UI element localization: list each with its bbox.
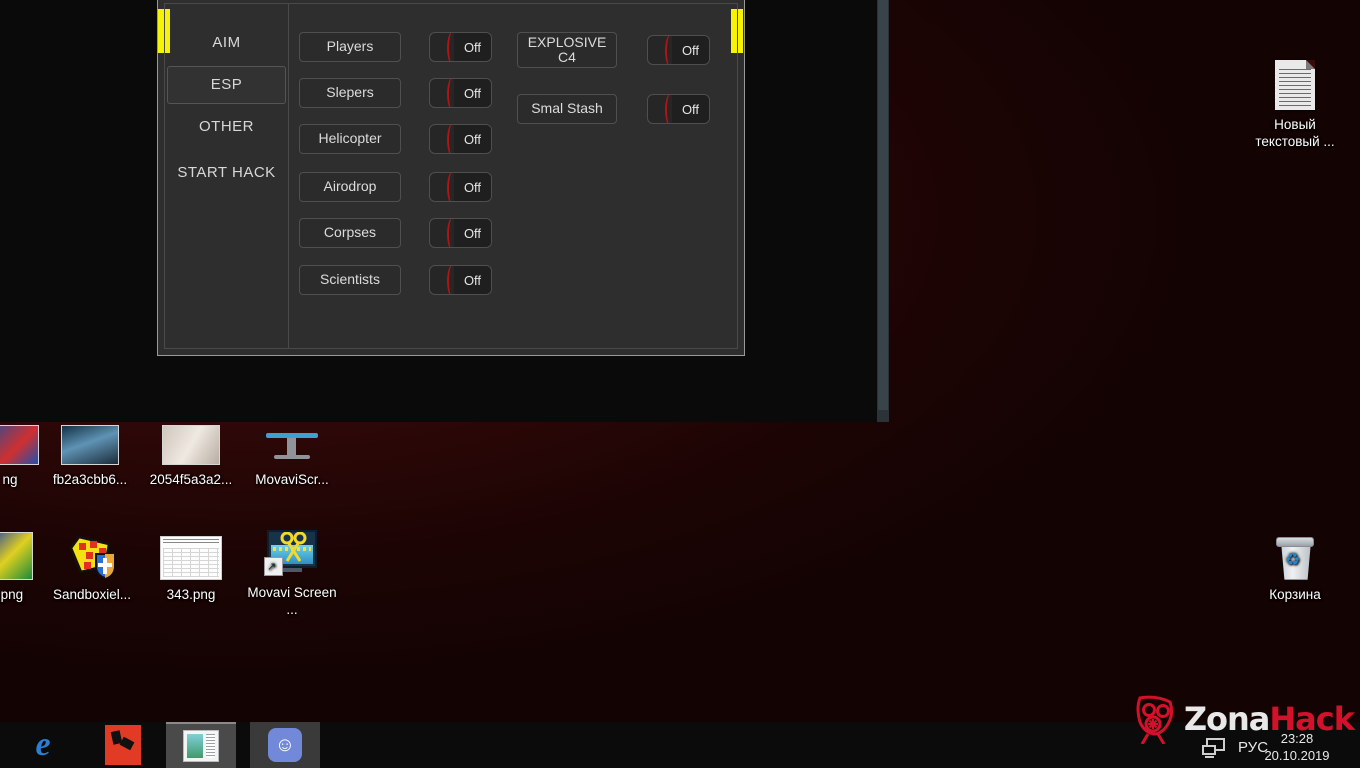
photos-icon [183,730,219,762]
edge-icon: e [35,726,51,763]
esp-toggle-airodrop[interactable]: Off [429,172,492,202]
cheat-panel-window: AIM ESP OTHER START HACK Players Off Sle… [157,0,745,356]
esp-toggle-scientists[interactable]: Off [429,265,492,295]
esp-toggle-smal-stash[interactable]: Off [647,94,710,124]
spreadsheet-thumbnail-icon [143,530,239,580]
desktop-icon-label: MovaviScr... [255,472,329,487]
cheat-panel-content: Players Off Slepers Off Helicopter Off A… [289,4,737,348]
recycle-bin-icon: ♻ [1247,530,1343,580]
esp-row-scientists: Scientists Off [299,265,492,295]
esp-button-corpses[interactable]: Corpses [299,218,401,248]
esp-row-airodrop: Airodrop Off [299,172,492,202]
desktop-icon-movavi-screen-recorder[interactable]: ↗ Movavi Screen ... [244,528,340,618]
toggle-state-label: Off [454,79,491,107]
sandboxie-icon [44,530,140,580]
toggle-state-label: Off [454,33,491,61]
esp-button-airodrop[interactable]: Airodrop [299,172,401,202]
red-app-icon [105,725,141,765]
taskbar-item-photos[interactable] [166,722,236,768]
viewer-scrollbar[interactable] [877,0,889,422]
esp-toggle-helicopter[interactable]: Off [429,124,492,154]
esp-button-scientists[interactable]: Scientists [299,265,401,295]
desktop-icon-343png[interactable]: 343.png [143,530,239,603]
tab-esp[interactable]: ESP [167,66,286,104]
discord-icon: ☺ [268,728,302,762]
toggle-state-label: Off [454,266,491,294]
esp-button-slepers[interactable]: Slepers [299,78,401,108]
network-monitor-icon[interactable] [1202,738,1228,760]
esp-toggle-corpses[interactable]: Off [429,218,492,248]
desktop-icon-label: Новый текстовый ... [1255,117,1335,149]
esp-toggle-slepers[interactable]: Off [429,78,492,108]
tab-aim[interactable]: AIM [165,20,288,66]
taskbar-item-red-app[interactable] [92,722,154,768]
image-thumbnail-icon [143,415,239,465]
tray-date: 20.10.2019 [1264,748,1330,763]
desktop-icon-sandboxie[interactable]: Sandboxiel... [44,530,140,603]
esp-row-explosive-c4: EXPLOSIVE C4 Off [517,32,710,68]
desktop-icon-label: fb2a3cbb6... [52,472,128,487]
taskbar-item-discord[interactable]: ☺ [250,722,320,768]
esp-row-helicopter: Helicopter Off [299,124,492,154]
movavi-screen-recorder-icon: ↗ [244,528,340,578]
desktop-icon-label: 2054f5a3a2... [149,472,233,487]
esp-toggle-players[interactable]: Off [429,32,492,62]
sandboxie-glyph [69,535,115,580]
esp-row-smal-stash: Smal Stash Off [517,94,710,124]
image-thumbnail-icon [42,415,138,465]
system-tray: РУС 23:28 20.10.2019 [1120,722,1360,768]
toggle-state-label: Off [454,173,491,201]
desktop-icon-label: Sandboxiel... [52,587,132,602]
esp-row-corpses: Corpses Off [299,218,492,248]
esp-toggle-explosive-c4[interactable]: Off [647,35,710,65]
desktop-icon-2054f5a3a2[interactable]: 2054f5a3a2... [143,415,239,488]
toggle-state-label: Off [672,36,709,64]
esp-button-helicopter[interactable]: Helicopter [299,124,401,154]
tray-clock[interactable]: 23:28 20.10.2019 [1242,730,1352,764]
text-document-icon [1247,60,1343,110]
toggle-state-label: Off [454,125,491,153]
esp-row-slepers: Slepers Off [299,78,492,108]
toggle-state-label: Off [672,95,709,123]
esp-button-explosive-c4[interactable]: EXPLOSIVE C4 [517,32,617,68]
desktop-icon-movaviscr[interactable]: MovaviScr... [244,415,340,488]
tab-start-hack[interactable]: START HACK [165,150,288,196]
esp-button-players[interactable]: Players [299,32,401,62]
viewer-scrollbar-thumb[interactable] [878,0,888,410]
desktop-icon-text-document[interactable]: Новый текстовый ... [1247,60,1343,150]
taskbar-item-edge[interactable]: e [12,722,74,768]
tray-time: 23:28 [1280,731,1314,746]
esp-button-smal-stash[interactable]: Smal Stash [517,94,617,124]
desktop-icon-label: 343.png [166,587,216,602]
desktop-icon-fb2a3cbb6[interactable]: fb2a3cbb6... [42,415,138,488]
desktop-icon-recycle-bin[interactable]: ♻ Корзина [1247,530,1343,603]
desktop-icon-label: Корзина [1269,587,1321,602]
cheat-panel-body: AIM ESP OTHER START HACK Players Off Sle… [164,3,738,349]
tab-other[interactable]: OTHER [165,104,288,150]
cheat-panel-sidebar: AIM ESP OTHER START HACK [165,4,289,348]
desktop-icon-label: Movavi Screen ... [247,585,337,617]
esp-row-players: Players Off [299,32,492,62]
toggle-state-label: Off [454,219,491,247]
monitor-shortcut-icon [244,415,340,465]
taskbar: e ☺ РУС 23:28 20.10.2019 [0,722,1360,768]
